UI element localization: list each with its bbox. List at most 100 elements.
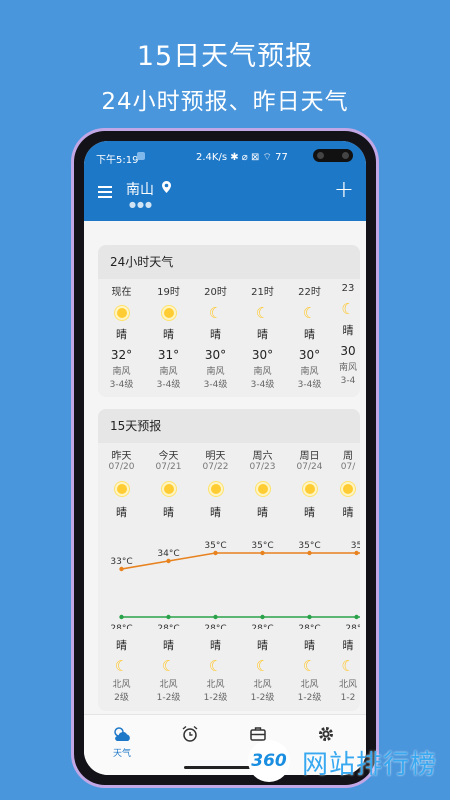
daily-forecast-card: 15天预报 昨天 07/20 晴今天 07/21 晴明天 07/22 晴周六 07/23 晴周日…	[98, 409, 360, 711]
low-temp-label: 28°C	[204, 624, 226, 629]
hourly-row[interactable]: 现在晴 32° 南风 3-4级 19时晴 31° 南风 3-4级 20时 ☾ 晴 30° 南风 3-4级 2…	[98, 283, 360, 392]
watermark-logo: 360	[248, 740, 290, 782]
day-date: 07/22	[202, 462, 229, 472]
day-date: 07/24	[296, 462, 323, 472]
hour-label: 20时	[204, 287, 227, 298]
high-temp-point	[260, 550, 265, 556]
night-wind-level: 1-2级	[156, 693, 181, 703]
high-temp-label: 35	[351, 541, 360, 551]
hourly-item: 现在晴 32° 南风 3-4级	[98, 283, 145, 392]
day-date: 07/	[340, 462, 356, 472]
hour-condition: 晴	[342, 324, 354, 337]
sun-icon	[116, 484, 127, 494]
sun-icon	[304, 484, 315, 494]
tab-settings[interactable]	[306, 725, 346, 746]
moon-icon: ☾	[208, 304, 223, 322]
moon-icon: ☾	[341, 300, 355, 318]
night-condition: 晴	[257, 639, 268, 652]
high-temp-label: 35°C	[298, 541, 320, 551]
night-wind-level: 1-2级	[250, 693, 275, 703]
low-temp-label: 28°C	[345, 624, 360, 629]
hourly-item: 20时 ☾ 晴 30° 南风 3-4级	[192, 283, 239, 392]
add-city-button[interactable]: +	[334, 175, 354, 203]
night-wind: 北风	[300, 680, 319, 690]
day-condition: 晴	[342, 506, 354, 519]
notification-icon	[137, 152, 145, 160]
moon-icon: ☾	[302, 304, 317, 322]
hourly-item: 19时晴 31° 南风 3-4级	[145, 283, 192, 392]
hour-wind-level: 3-4级	[156, 380, 181, 390]
hour-condition: 晴	[304, 328, 315, 341]
hour-wind-level: 3-4级	[203, 380, 228, 390]
hour-label: 23	[341, 283, 355, 294]
day-name: 周日	[299, 451, 320, 462]
night-condition: 晴	[116, 639, 127, 652]
night-condition: 晴	[304, 639, 315, 652]
sun-icon	[343, 484, 353, 494]
hour-temperature: 30	[340, 344, 356, 358]
hour-temperature: 30°	[251, 348, 274, 362]
daily-title: 15天预报	[98, 409, 360, 443]
day-condition: 晴	[163, 506, 174, 519]
day-name: 周六	[252, 451, 273, 462]
moon-icon: ☾	[341, 657, 355, 675]
night-wind: 北风	[253, 680, 272, 690]
night-cell: 晴 ☾ 北风 1-2	[333, 637, 360, 705]
low-temp-point	[213, 614, 218, 620]
tab-weather-label: 天气	[112, 749, 131, 759]
high-temp-point	[119, 566, 124, 572]
hour-label: 现在	[111, 287, 132, 298]
moon-icon: ☾	[302, 657, 317, 675]
hourly-item: 21时 ☾ 晴 30° 南风 3-4级	[239, 283, 286, 392]
alarm-clock-icon	[182, 725, 198, 742]
high-temp-label: 33°C	[110, 557, 132, 567]
day-name: 明天	[205, 451, 226, 462]
daily-header-row[interactable]: 昨天 07/20 晴 今天 07/21 晴 明天 07/22 晴 周六 07/23 晴 周日 07/24 晴…	[98, 447, 360, 520]
city-name[interactable]: 南山	[126, 179, 154, 199]
hourly-item: 22时 ☾ 晴 30° 南风 3-4级	[286, 283, 333, 392]
hour-wind: 南风	[253, 367, 272, 377]
promo-title: 15日天气预报	[136, 41, 314, 72]
high-temp-point	[166, 558, 171, 564]
day-date: 07/20	[108, 462, 135, 472]
night-cell: 晴 ☾ 北风 1-2级	[145, 637, 192, 705]
phone-screen: 下午5:19 2.4K/s ✱ ⌀ ⊠ ⌔ 77 南山 ●●● + 24小时天气…	[84, 141, 366, 775]
low-temp-label: 28°C	[298, 624, 320, 629]
hour-temperature: 31°	[157, 348, 180, 362]
day-date: 07/21	[155, 462, 182, 472]
moon-icon: ☾	[114, 657, 129, 675]
night-condition: 晴	[342, 639, 354, 652]
hourly-title: 24小时天气	[98, 245, 360, 279]
high-temp-point	[213, 550, 218, 556]
night-wind: 北风	[338, 680, 357, 690]
hour-condition: 晴	[116, 328, 127, 341]
temperature-chart: 33°C 34°C 35°C 35°C 35°C 35 28°C 28°C 28°C 28°C 28…	[110, 541, 360, 629]
hour-label: 21时	[251, 287, 274, 298]
sun-icon	[210, 484, 221, 494]
low-temp-point	[260, 614, 265, 620]
hour-temperature: 32°	[110, 348, 133, 362]
night-wind: 北风	[206, 680, 225, 690]
hour-label: 22时	[298, 287, 321, 298]
sun-icon	[116, 308, 127, 318]
tab-alarm[interactable]	[170, 725, 210, 746]
day-header: 周日 07/24 晴	[286, 447, 333, 520]
hour-wind: 南风	[112, 367, 131, 377]
night-wind: 北风	[112, 680, 131, 690]
low-temp-label: 28°C	[157, 624, 179, 629]
status-indicators: 2.4K/s ✱ ⌀ ⊠ ⌔ 77	[196, 152, 288, 163]
hour-wind: 南风	[338, 363, 357, 373]
app-bar: 南山 ●●● +	[84, 171, 366, 221]
night-cell: 晴 ☾ 北风 1-2级	[192, 637, 239, 705]
tab-weather[interactable]: 天气	[102, 725, 142, 759]
day-name: 周	[343, 451, 353, 462]
low-temp-point	[354, 614, 359, 620]
day-header: 周六 07/23 晴	[239, 447, 286, 520]
day-name: 昨天	[111, 451, 132, 462]
high-temp-point	[354, 550, 359, 556]
low-temp-point	[307, 614, 312, 620]
day-name: 今天	[158, 451, 179, 462]
day-header: 周 07/晴	[333, 447, 360, 520]
daily-night-row[interactable]: 晴 ☾ 北风 2级 晴 ☾ 北风 1-2级 晴 ☾ 北风 1-2级 晴 ☾ 北风 1-2级 晴 ☾ 北风 1-2级 晴 ☾…	[98, 637, 360, 705]
menu-icon[interactable]	[98, 186, 112, 198]
